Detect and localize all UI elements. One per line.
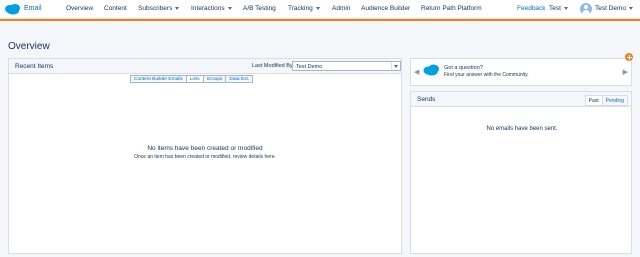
last-modified-by-select[interactable]: Test Demo	[292, 61, 401, 71]
nav-item-subscribers-label: Subscribers	[138, 5, 173, 12]
nav-item-ab-testing[interactable]: A/B Testing	[243, 5, 276, 12]
help-question: Got a question?	[444, 65, 483, 71]
nav-item-tracking-label: Tracking	[288, 5, 313, 12]
chevron-right-icon[interactable]: ▶	[623, 68, 628, 76]
chevron-down-icon	[629, 6, 634, 10]
sort-label: Last Modified By	[252, 63, 293, 69]
chevron-left-icon[interactable]: ◀	[414, 68, 419, 76]
user-menu[interactable]: Test Demo	[595, 5, 634, 12]
recent-items-tabs: Content Builder Emails Lists Groups Data…	[130, 75, 254, 83]
nav-item-overview[interactable]: Overview	[66, 5, 93, 12]
empty-state-subtitle: Once an item has been created or modifie…	[134, 154, 276, 160]
nav-item-subscribers[interactable]: Subscribers	[138, 5, 180, 12]
plus-badge-icon[interactable]	[625, 53, 633, 61]
tab-groups[interactable]: Groups	[203, 75, 227, 83]
nav-item-interactions[interactable]: Interactions	[191, 5, 232, 12]
chevron-down-icon	[315, 6, 320, 10]
empty-state-title: No items have been created or modified	[147, 145, 263, 152]
avatar[interactable]	[580, 3, 592, 15]
sends-empty-message: No emails have been sent.	[486, 126, 558, 132]
help-answer-link[interactable]: Find your answer with the Community.	[444, 72, 529, 78]
nav-item-return-path-platform[interactable]: Return Path Platform	[421, 5, 482, 12]
community-help-card[interactable]: ◀ Got a question? Find your answer with …	[410, 58, 632, 86]
app-name[interactable]: Email	[24, 5, 42, 12]
header-accent-bar	[0, 19, 640, 21]
feedback-link[interactable]: Feedback	[517, 5, 546, 12]
business-unit-label: Test	[549, 5, 561, 12]
page-title: Overview	[8, 41, 50, 52]
tab-lists[interactable]: Lists	[186, 75, 204, 83]
recent-items-header: Recent Items Last Modified By Test Demo	[9, 59, 401, 74]
sends-tabs: Past Pending	[584, 95, 628, 106]
chevron-down-icon	[563, 6, 568, 10]
chevron-down-icon	[175, 6, 180, 10]
salesforce-cloud-icon	[423, 64, 439, 76]
salesforce-cloud-icon[interactable]	[4, 3, 22, 15]
nav-item-content[interactable]: Content	[104, 5, 127, 12]
select-value: Test Demo	[296, 63, 323, 70]
tab-past[interactable]: Past	[584, 95, 603, 106]
nav-item-admin[interactable]: Admin	[332, 5, 350, 12]
chevron-down-icon	[227, 6, 232, 10]
sends-header: Sends Past Pending	[411, 92, 631, 107]
tab-data-extensions[interactable]: Data Ext.	[226, 75, 254, 83]
nav-item-interactions-label: Interactions	[191, 5, 225, 12]
business-unit-menu[interactable]: Test	[549, 5, 568, 12]
tab-content-builder-emails[interactable]: Content Builder Emails	[130, 75, 187, 83]
recent-items-title: Recent Items	[15, 63, 54, 70]
chevron-down-icon	[394, 64, 398, 68]
nav-item-tracking[interactable]: Tracking	[288, 5, 320, 12]
user-name: Test Demo	[595, 5, 627, 12]
nav-item-audience-builder[interactable]: Audience Builder	[361, 5, 410, 12]
sends-title: Sends	[417, 96, 436, 103]
select-arrow	[391, 62, 400, 70]
tab-pending[interactable]: Pending	[602, 95, 628, 106]
sends-panel: Sends Past Pending No emails have been s…	[410, 91, 632, 254]
top-nav: Email Overview Content Subscribers Inter…	[0, 0, 640, 19]
